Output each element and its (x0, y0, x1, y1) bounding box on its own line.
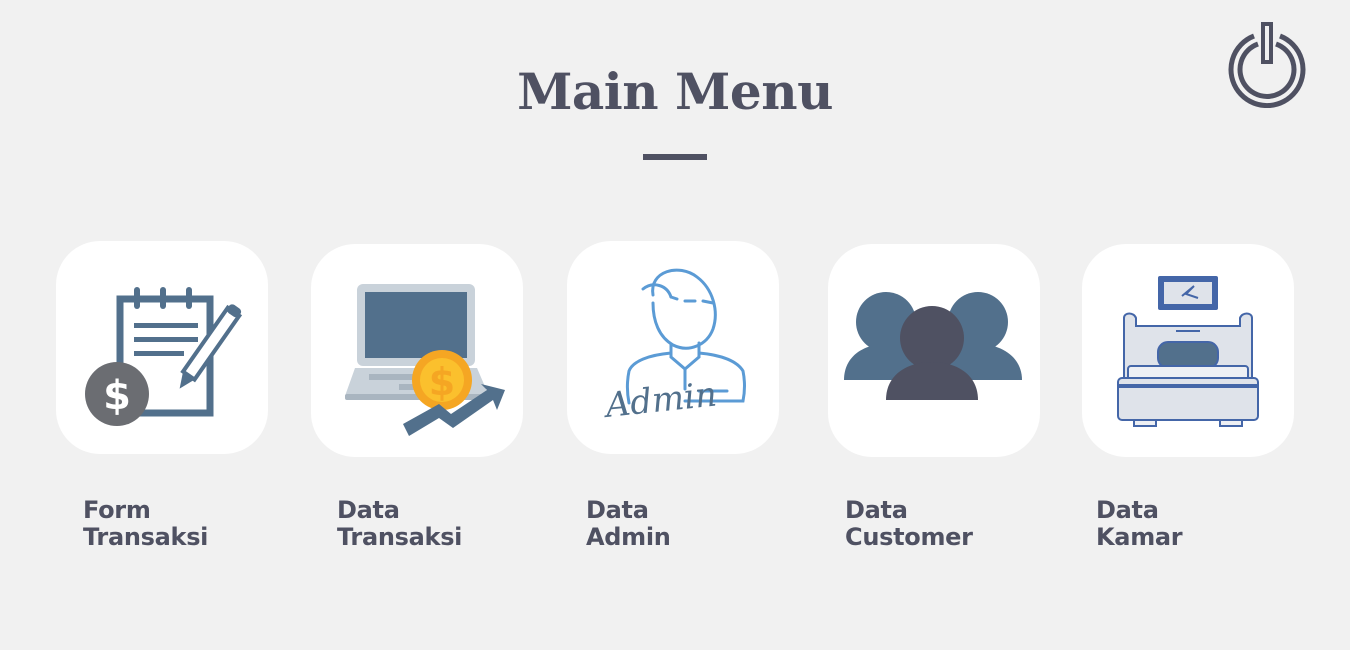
hotel-bed-icon (1117, 276, 1259, 427)
svg-text:$: $ (103, 373, 131, 419)
admin-user-icon: Admin (601, 268, 746, 427)
menu-label-line1: Data (1096, 496, 1159, 524)
menu-label-line1: Data (845, 496, 908, 524)
power-button[interactable] (1226, 22, 1308, 109)
menu-label-line2: Transaksi (83, 523, 209, 551)
menu-label-data-kamar[interactable]: Data Kamar (1096, 496, 1183, 551)
menu-label-line1: Form (83, 496, 151, 524)
laptop-revenue-icon: $ (345, 284, 505, 436)
menu-tile-data-customer[interactable] (828, 244, 1040, 457)
svg-text:$: $ (429, 360, 455, 404)
menu-label-line2: Customer (845, 523, 973, 551)
page-title: Main Menu (517, 62, 833, 121)
menu-tile-data-transaksi[interactable]: $ (311, 244, 523, 457)
menu-tile-data-admin[interactable]: Admin (567, 241, 779, 454)
main-menu-page: Main Menu $ Form Transaksi $ Data Transa… (0, 0, 1350, 650)
menu-label-line1: Data (586, 496, 649, 524)
menu-tile-data-kamar[interactable] (1082, 244, 1294, 457)
menu-label-line2: Kamar (1096, 523, 1183, 551)
menu-label-line2: Transaksi (337, 523, 463, 551)
power-icon (1228, 22, 1306, 109)
menu-tile-form-transaksi[interactable]: $ (56, 241, 268, 454)
menu-label-form-transaksi[interactable]: Form Transaksi (83, 497, 208, 551)
menu-label-line2: Admin (586, 523, 671, 551)
title-underline (643, 154, 707, 160)
clipboard-invoice-icon: $ (85, 287, 243, 426)
menu-label-data-customer[interactable]: Data Customer (845, 497, 973, 551)
menu-label-data-transaksi[interactable]: Data Transaksi (337, 497, 462, 551)
admin-script-label: Admin (601, 375, 719, 427)
customers-group-icon (844, 292, 1022, 400)
menu-label-data-admin[interactable]: Data Admin (586, 497, 671, 551)
menu-label-line1: Data (337, 496, 400, 524)
